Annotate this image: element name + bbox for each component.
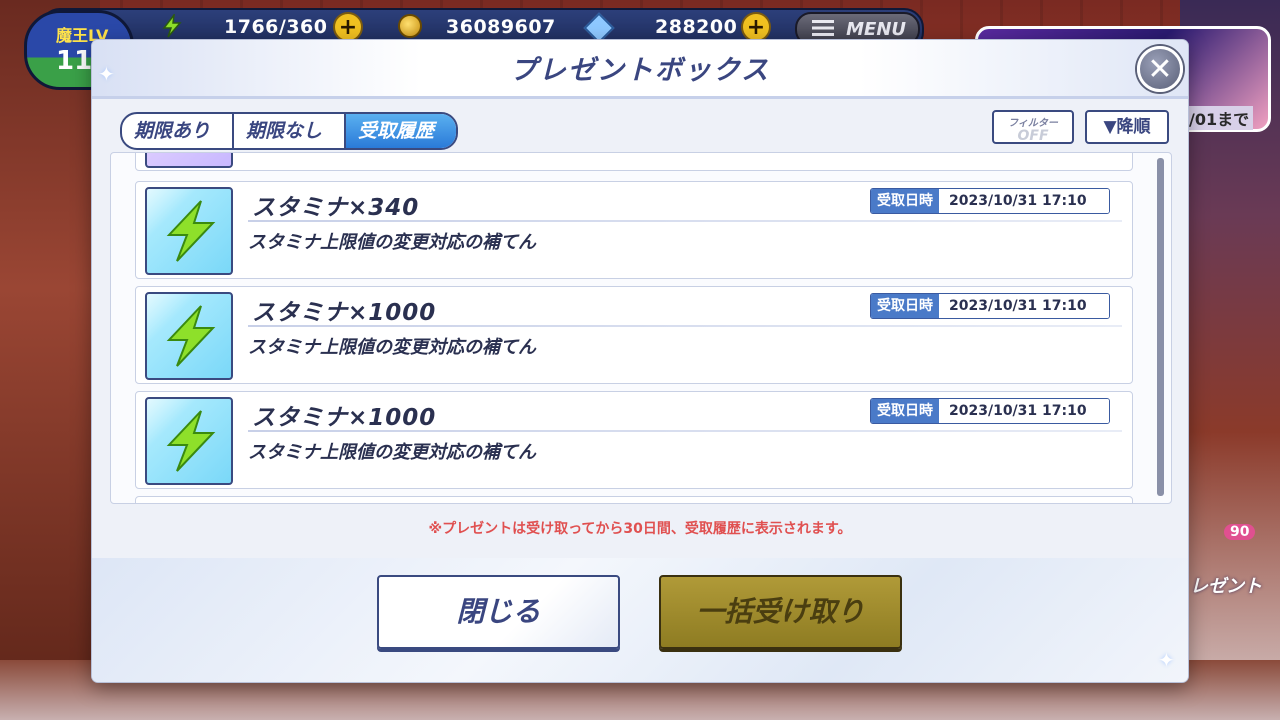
stamina-bolt-icon (166, 305, 216, 367)
stamina-bolt-icon (166, 410, 216, 472)
stamina-icon (162, 14, 182, 38)
item-thumbnail (145, 292, 233, 380)
received-at-label: 受取日時 (871, 399, 939, 423)
filter-label: フィルター (1008, 118, 1058, 129)
received-at-label: 受取日時 (871, 294, 939, 318)
item-thumbnail (145, 187, 233, 275)
filter-state: OFF (1017, 128, 1049, 144)
list-item (135, 153, 1133, 171)
add-stamina-button[interactable]: + (333, 12, 363, 42)
received-at-label: 受取日時 (871, 189, 939, 213)
list-item: スタミナ×1000 受取日時 2023/10/31 17:10 スタミナ上限値の… (135, 286, 1133, 384)
coin-value: 36089607 (446, 16, 556, 38)
present-count-badge: 90 (1224, 524, 1256, 540)
scrollbar-thumb[interactable] (1157, 158, 1164, 496)
receive-all-button[interactable]: 一括受け取り (659, 575, 902, 649)
close-dialog-button[interactable]: ✕ (1137, 46, 1183, 92)
list-item: スタミナ×340 受取日時 2023/10/31 17:10 スタミナ上限値の変… (135, 181, 1133, 279)
item-divider (248, 325, 1122, 327)
stamina-value: 1766/360 (224, 16, 328, 38)
sort-order-button[interactable]: ▼降順 (1085, 110, 1169, 144)
item-name: スタミナ×1000 (252, 300, 437, 326)
received-at-tag: 受取日時 2023/10/31 17:10 (870, 398, 1110, 424)
history-retention-note: ※プレゼントは受け取ってから30日間、受取履歴に表示されます。 (428, 521, 852, 537)
filter-button[interactable]: フィルター OFF (992, 110, 1074, 144)
tab-received-history[interactable]: 受取履歴 (346, 114, 456, 148)
close-button[interactable]: 閉じる (377, 575, 620, 649)
stamina-bolt-icon (166, 200, 216, 262)
received-at-tag: 受取日時 2023/10/31 17:10 (870, 188, 1110, 214)
item-description: スタミナ上限値の変更対応の補てん (248, 232, 536, 253)
present-box-dialog: ✦ プレゼントボックス ✕ 期限あり 期限なし 受取履歴 フィルター OFF ▼… (92, 40, 1188, 682)
item-name: スタミナ×340 (252, 195, 420, 221)
background-left-scene (0, 0, 100, 720)
item-divider (248, 430, 1122, 432)
add-gem-button[interactable]: + (741, 12, 771, 42)
gacha-banner-date: /01まで (1185, 106, 1254, 130)
received-at-tag: 受取日時 2023/10/31 17:10 (870, 293, 1110, 319)
tab-with-deadline[interactable]: 期限あり (122, 114, 234, 148)
item-divider (248, 220, 1122, 222)
present-history-list[interactable]: スタミナ×340 受取日時 2023/10/31 17:10 スタミナ上限値の変… (110, 152, 1172, 504)
item-name: スタミナ×1000 (252, 405, 437, 431)
present-shortcut-label[interactable]: レゼント (1190, 572, 1262, 598)
item-description: スタミナ上限値の変更対応の補てん (248, 442, 536, 463)
gem-value: 288200 (655, 16, 738, 38)
menu-icon (812, 20, 834, 36)
received-at-value: 2023/10/31 17:10 (939, 189, 1109, 213)
dialog-header: ✦ プレゼントボックス ✕ (92, 40, 1188, 99)
list-item (135, 496, 1133, 503)
tab-no-deadline[interactable]: 期限なし (234, 114, 346, 148)
received-at-value: 2023/10/31 17:10 (939, 294, 1109, 318)
sparkle-icon: ✦ (1158, 648, 1175, 672)
present-tabs: 期限あり 期限なし 受取履歴 (120, 112, 458, 150)
level-value: 11 (56, 46, 93, 76)
item-description: スタミナ上限値の変更対応の補てん (248, 337, 536, 358)
dialog-title: プレゼントボックス (509, 55, 771, 86)
item-thumbnail (145, 397, 233, 485)
list-item: スタミナ×1000 受取日時 2023/10/31 17:10 スタミナ上限値の… (135, 391, 1133, 489)
dialog-footer: ✦ (92, 558, 1188, 682)
coin-icon (398, 14, 422, 38)
received-at-value: 2023/10/31 17:10 (939, 399, 1109, 423)
menu-label: MENU (846, 19, 906, 40)
list-scrollbar[interactable] (1157, 158, 1164, 496)
close-icon: ✕ (1147, 52, 1173, 87)
item-thumbnail (145, 153, 233, 168)
